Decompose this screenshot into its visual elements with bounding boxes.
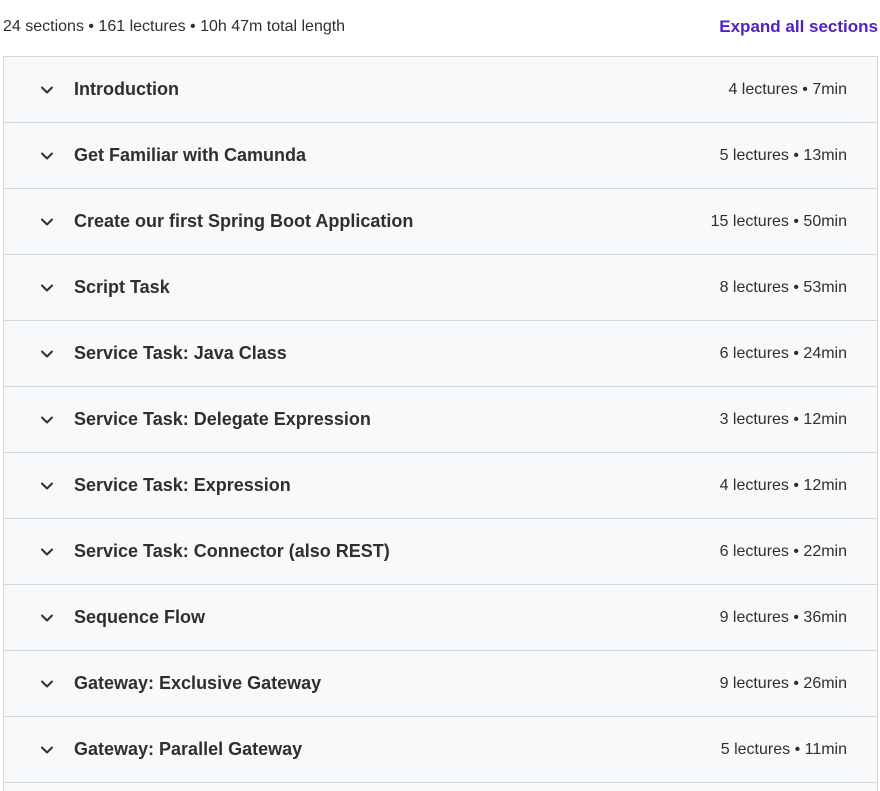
section-title: Gateway: Parallel Gateway (74, 739, 303, 759)
section-meta: 3 lectures • 12min (719, 410, 847, 428)
section-list-continuation (3, 783, 878, 791)
section-meta: 8 lectures • 53min (719, 278, 847, 296)
section-row[interactable]: Service Task: Delegate Expression 3 lectu… (4, 387, 877, 453)
section-title: Service Task: Delegate Expression (74, 409, 371, 429)
chevron-down-icon (38, 147, 56, 165)
chevron-down-icon (38, 279, 56, 297)
section-meta: 5 lectures • 11min (720, 740, 847, 758)
section-row[interactable]: Service Task: Java Class 6 lectures • 24m… (4, 321, 877, 387)
chevron-down-icon (38, 741, 56, 759)
chevron-down-icon (38, 477, 56, 495)
section-title: Gateway: Exclusive Gateway (74, 673, 322, 693)
course-content-header: 24 sections • 161 lectures • 10h 47m tot… (0, 0, 880, 56)
section-title: Service Task: Expression (74, 475, 291, 495)
chevron-down-icon (38, 213, 56, 231)
section-meta: 9 lectures • 26min (719, 674, 847, 692)
section-meta: 6 lectures • 22min (719, 542, 847, 560)
section-row[interactable]: Service Task: Expression 4 lectures • 12m… (4, 453, 877, 519)
chevron-down-icon (38, 81, 56, 99)
section-title: Service Task: Java Class (74, 343, 287, 363)
section-title: Introduction (74, 79, 179, 99)
section-row[interactable]: Gateway: Parallel Gateway 5 lectures • 11… (4, 717, 877, 783)
section-row[interactable]: Get Familiar with Camunda 5 lectures • 13… (4, 123, 877, 189)
section-row[interactable]: Service Task: Connector (also REST) 6 lec… (4, 519, 877, 585)
chevron-down-icon (38, 675, 56, 693)
section-meta: 4 lectures • 7min (728, 80, 847, 98)
section-meta: 15 lectures • 50min (710, 212, 847, 230)
chevron-down-icon (38, 411, 56, 429)
section-meta: 6 lectures • 24min (719, 344, 847, 362)
chevron-down-icon (38, 609, 56, 627)
section-title: Get Familiar with Camunda (74, 145, 307, 165)
expand-all-sections-button[interactable]: Expand all sections (719, 17, 878, 37)
section-title: Script Task (74, 277, 170, 297)
section-title: Create our first Spring Boot Application (74, 211, 414, 231)
section-row[interactable]: Script Task 8 lectures • 53min (4, 255, 877, 321)
section-row[interactable]: Create our first Spring Boot Application… (4, 189, 877, 255)
section-list: Introduction 4 lectures • 7min Get Familia… (3, 56, 878, 783)
chevron-down-icon (38, 345, 56, 363)
chevron-down-icon (38, 543, 56, 561)
section-row[interactable]: Sequence Flow 9 lectures • 36min (4, 585, 877, 651)
section-row[interactable]: Gateway: Exclusive Gateway 9 lectures • 2… (4, 651, 877, 717)
course-summary: 24 sections • 161 lectures • 10h 47m tot… (3, 18, 346, 35)
section-title: Sequence Flow (74, 607, 206, 627)
section-meta: 9 lectures • 36min (719, 608, 847, 626)
section-row[interactable]: Introduction 4 lectures • 7min (4, 57, 877, 123)
section-meta: 4 lectures • 12min (719, 476, 847, 494)
section-title: Service Task: Connector (also REST) (74, 541, 390, 561)
section-meta: 5 lectures • 13min (719, 146, 847, 164)
